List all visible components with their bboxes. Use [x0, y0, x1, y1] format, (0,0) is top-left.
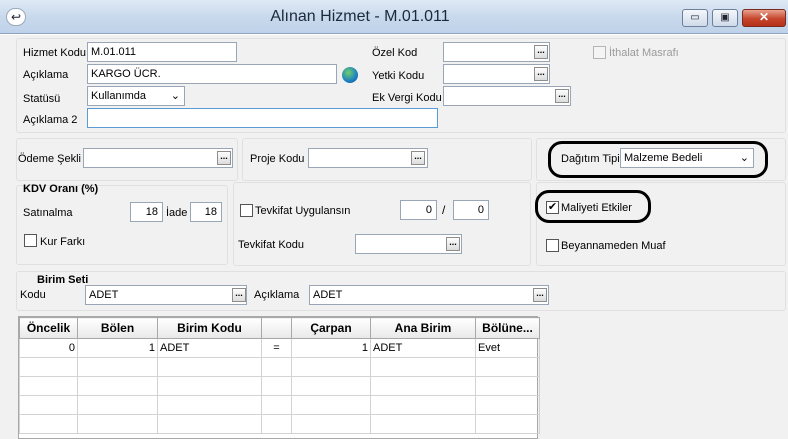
- satinalma-label: Satınalma: [23, 207, 73, 219]
- odeme-sekli-label: Ödeme Şekli: [18, 153, 81, 165]
- tevkifat-kodu-lookup-button[interactable]: ...: [446, 237, 460, 251]
- cell-bolen[interactable]: 1: [77, 338, 158, 358]
- tevkifat-uygulansin-checkbox[interactable]: [240, 204, 253, 217]
- ozel-kod-lookup-button[interactable]: ...: [534, 45, 548, 59]
- statusu-label: Statüsü: [23, 93, 61, 105]
- chevron-down-icon: ⌄: [170, 90, 180, 102]
- statusu-select[interactable]: Kullanımda ⌄: [87, 86, 185, 106]
- table-row[interactable]: [19, 395, 540, 415]
- birim-kodu-lookup-button[interactable]: ...: [232, 288, 246, 302]
- birim-aciklama-lookup-button[interactable]: ...: [533, 288, 547, 302]
- ek-vergi-kodu-field[interactable]: [443, 86, 571, 106]
- units-grid[interactable]: Öncelik Bölen Birim Kodu Çarpan Ana Biri…: [18, 316, 540, 439]
- column-header-bolunebilir[interactable]: Bölüne...: [475, 317, 540, 339]
- hizmet-kodu-field[interactable]: M.01.011: [87, 42, 237, 62]
- proje-kodu-field[interactable]: [308, 148, 428, 168]
- ithalat-masrafi-label: İthalat Masrafı: [609, 47, 679, 59]
- title-bar[interactable]: ↩ Alınan Hizmet - M.01.011 ▭ ▣ ✕: [0, 0, 788, 34]
- aciklama2-label: Açıklama 2: [23, 114, 78, 126]
- tevkifat-kodu-label: Tevkifat Kodu: [238, 239, 305, 251]
- kdv-panel: [16, 185, 228, 265]
- units-table: Öncelik Bölen Birim Kodu Çarpan Ana Biri…: [19, 317, 540, 434]
- tevkifat-separator: /: [442, 203, 446, 217]
- units-header-row: Öncelik Bölen Birim Kodu Çarpan Ana Biri…: [19, 317, 540, 339]
- column-header-bolen[interactable]: Bölen: [77, 317, 158, 339]
- table-row[interactable]: [19, 414, 540, 434]
- odeme-sekli-lookup-button[interactable]: ...: [217, 151, 231, 165]
- proje-kodu-label: Proje Kodu: [250, 153, 305, 165]
- table-row[interactable]: [19, 376, 540, 396]
- close-button[interactable]: ✕: [742, 9, 786, 27]
- dagitim-tipi-highlight: [548, 141, 768, 178]
- birim-seti-title: Birim Seti: [37, 274, 89, 286]
- iade-field[interactable]: 18: [190, 202, 222, 222]
- column-header-ana-birim[interactable]: Ana Birim: [370, 317, 476, 339]
- cell-bolunebilir[interactable]: Evet: [475, 338, 540, 358]
- cell-equals: =: [261, 338, 292, 358]
- table-row[interactable]: [19, 357, 540, 377]
- tevkifat-num1-field[interactable]: 0: [400, 200, 437, 220]
- column-header-carpan[interactable]: Çarpan: [291, 317, 371, 339]
- ek-vergi-kodu-label: Ek Vergi Kodu: [372, 92, 442, 104]
- birim-kodu-field[interactable]: ADET: [85, 285, 247, 305]
- tevkifat-num2-field[interactable]: 0: [453, 200, 489, 220]
- aciklama2-field[interactable]: [87, 108, 438, 128]
- birim-aciklama-label: Açıklama: [254, 289, 300, 301]
- column-header-equals[interactable]: [261, 317, 292, 339]
- maximize-button[interactable]: ▣: [712, 9, 738, 27]
- yetki-kodu-lookup-button[interactable]: ...: [534, 67, 548, 81]
- yetki-kodu-label: Yetki Kodu: [372, 70, 425, 82]
- form-content: Hizmet Kodu M.01.011 Açıklama KARGO ÜCR.…: [0, 35, 788, 439]
- proje-kodu-lookup-button[interactable]: ...: [411, 151, 425, 165]
- ozel-kod-label: Özel Kod: [372, 47, 418, 59]
- birim-kodu-label: Kodu: [20, 289, 46, 301]
- beyannameden-muaf-checkbox[interactable]: [546, 239, 559, 252]
- cell-oncelik[interactable]: 0: [19, 338, 78, 358]
- globe-icon[interactable]: [342, 67, 358, 83]
- aciklama-label: Açıklama: [23, 69, 69, 81]
- satinalma-field[interactable]: 18: [130, 202, 163, 222]
- minimize-button[interactable]: ▭: [682, 9, 708, 27]
- statusu-value: Kullanımda: [91, 90, 147, 102]
- odeme-sekli-field[interactable]: [83, 148, 233, 168]
- column-header-birim-kodu[interactable]: Birim Kodu: [157, 317, 262, 339]
- tevkifat-uygulansin-label: Tevkifat Uygulansın: [255, 205, 351, 217]
- aciklama-field[interactable]: KARGO ÜCR.: [87, 64, 337, 84]
- kdv-title: KDV Oranı (%): [23, 183, 99, 195]
- birim-aciklama-field[interactable]: ADET: [309, 285, 549, 305]
- ithalat-masrafi-checkbox[interactable]: [593, 46, 606, 59]
- cell-ana-birim[interactable]: ADET: [370, 338, 476, 358]
- iade-label: İade: [166, 207, 188, 219]
- ek-vergi-kodu-lookup-button[interactable]: ...: [555, 89, 569, 103]
- column-header-oncelik[interactable]: Öncelik: [19, 317, 78, 339]
- maliyeti-etkiler-highlight: [535, 190, 651, 223]
- kur-farki-checkbox[interactable]: [24, 234, 37, 247]
- hizmet-kodu-label: Hizmet Kodu: [23, 47, 86, 59]
- cell-carpan[interactable]: 1: [291, 338, 371, 358]
- cell-birim-kodu[interactable]: ADET: [157, 338, 262, 358]
- kur-farki-label: Kur Farkı: [40, 236, 86, 248]
- beyannameden-muaf-label: Beyannameden Muaf: [561, 240, 666, 252]
- table-row[interactable]: 0 1 ADET = 1 ADET Evet: [19, 338, 540, 358]
- window-title: Alınan Hizmet - M.01.011: [270, 8, 450, 25]
